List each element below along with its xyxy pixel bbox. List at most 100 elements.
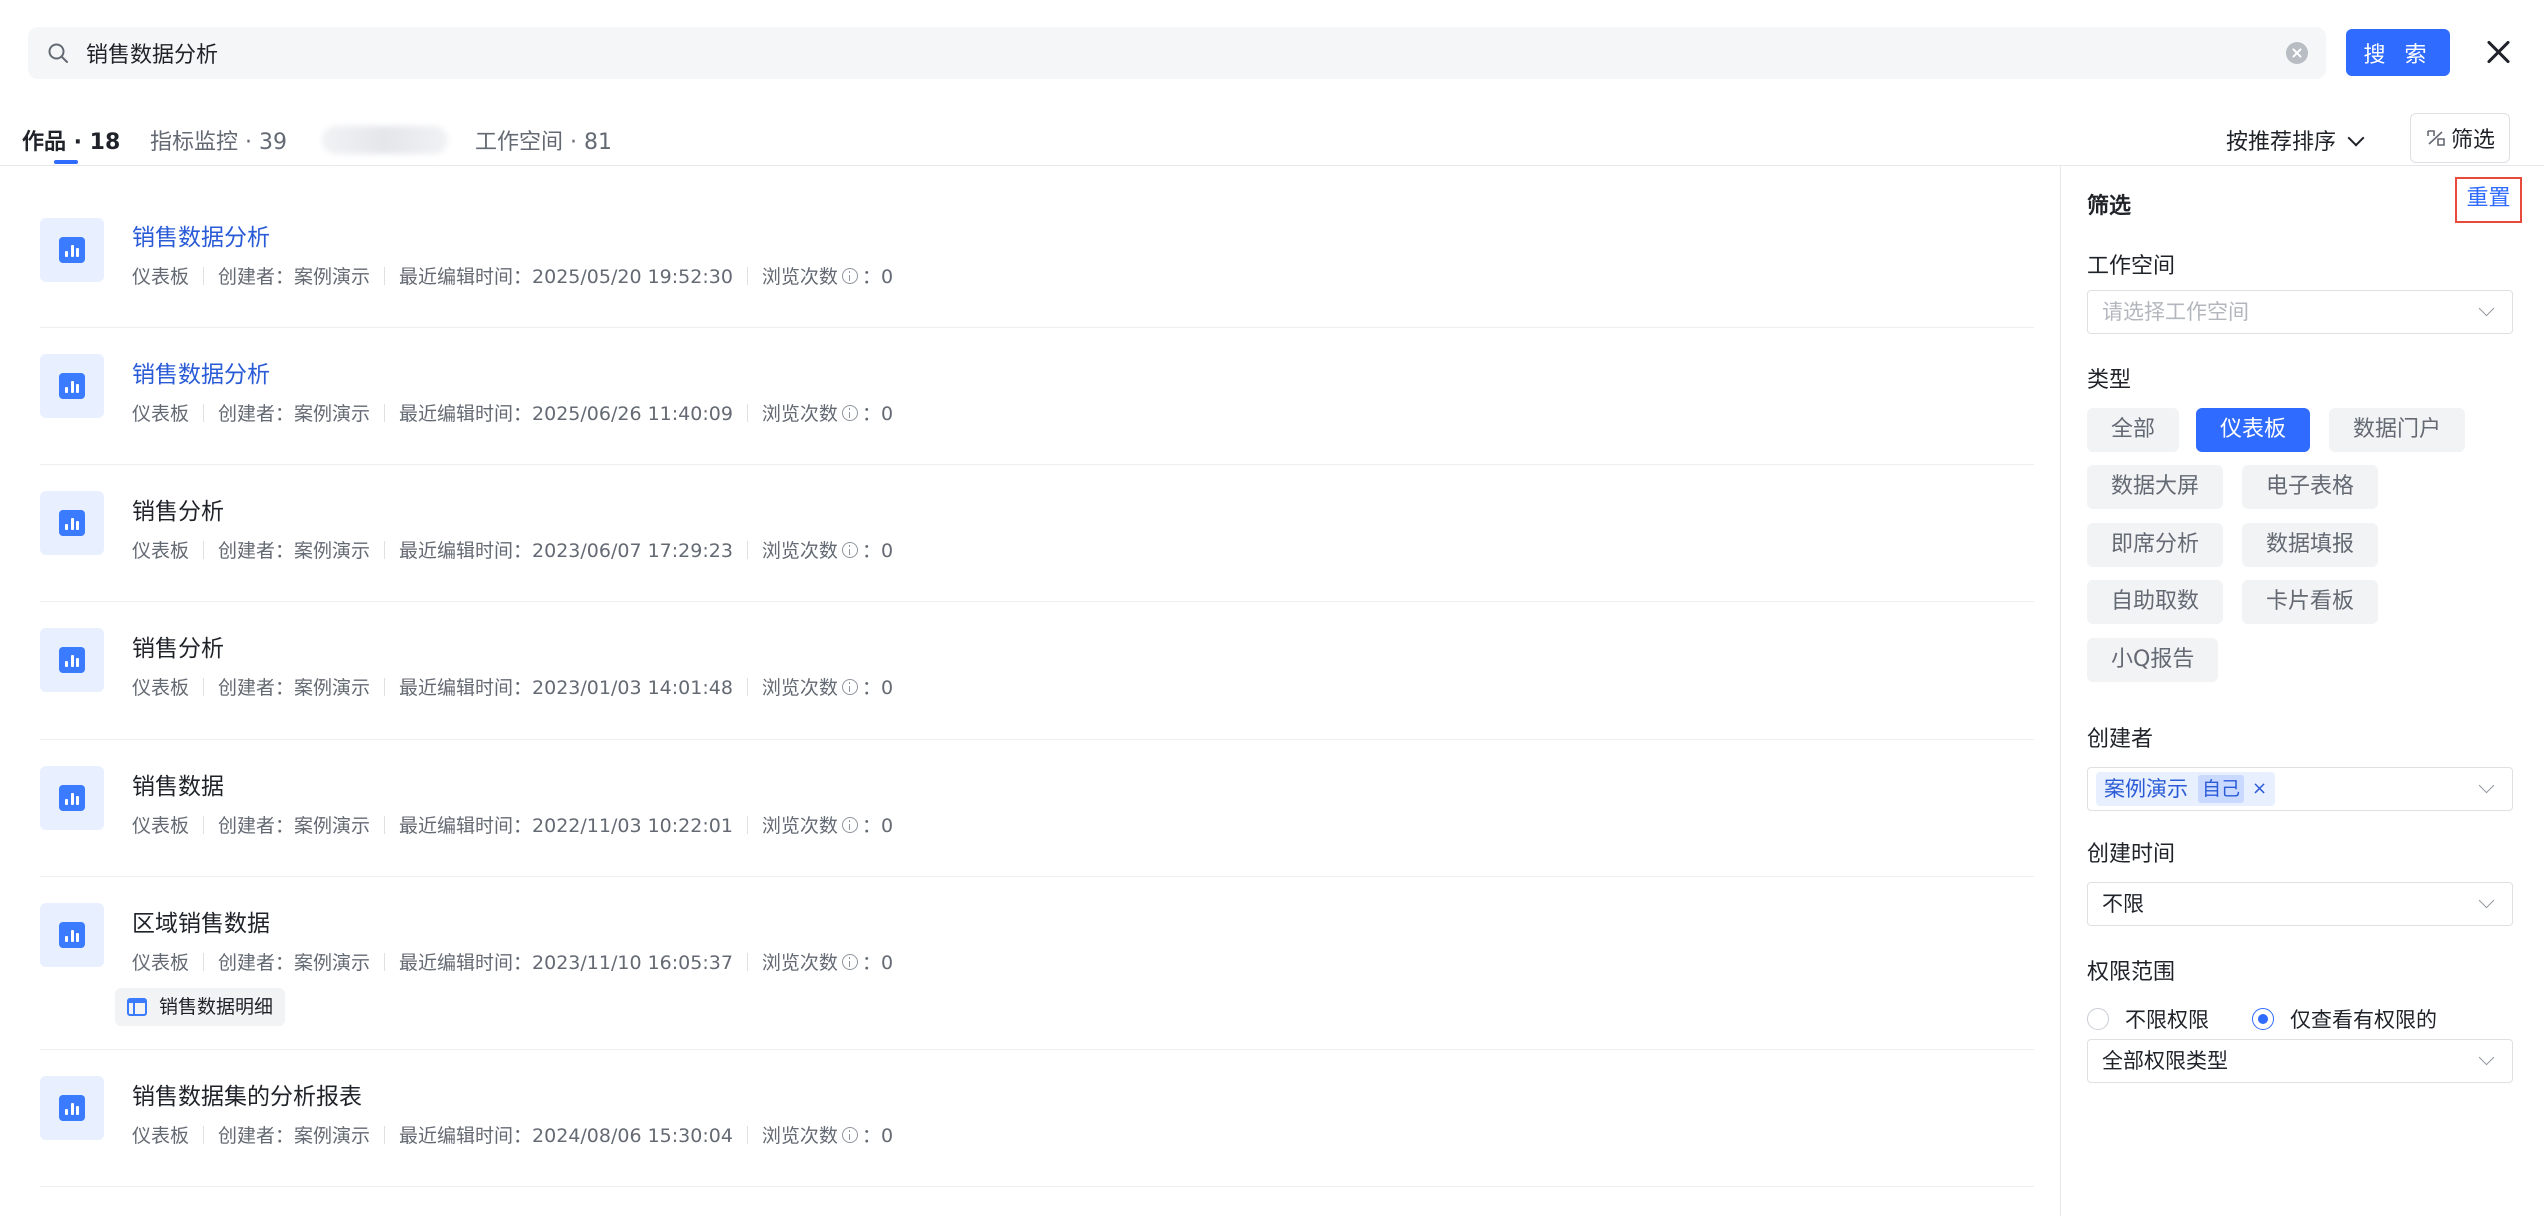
result-views: ：0	[861, 952, 894, 974]
chevron-down-icon	[2478, 777, 2495, 794]
created-time-select[interactable]: 不限	[2087, 882, 2513, 926]
related-dataset-tag[interactable]: 销售数据明细	[115, 988, 286, 1026]
dashboard-icon	[40, 628, 104, 692]
info-icon[interactable]	[841, 541, 858, 558]
workspace-label: 工作空间	[2087, 254, 2176, 279]
result-meta: 仪表板 创建者：案例演示 最近编辑时间：2022/11/03 10:22:01 …	[132, 811, 893, 838]
search-button[interactable]: 搜 索	[2346, 29, 2450, 76]
type-chip-data-entry[interactable]: 数据填报	[2242, 523, 2379, 567]
radio-label: 不限权限	[2125, 1008, 2209, 1032]
clear-input-icon[interactable]	[2286, 42, 2308, 64]
workspace-select[interactable]: 请选择工作空间	[2087, 290, 2513, 334]
result-type: 仪表板	[132, 1125, 190, 1147]
result-type: 仪表板	[132, 540, 190, 562]
close-icon[interactable]: ×	[2252, 772, 2267, 806]
type-chip-data-screen[interactable]: 数据大屏	[2087, 465, 2224, 509]
related-dataset-label: 销售数据明细	[159, 996, 274, 1018]
table-icon	[127, 998, 147, 1016]
result-creator: 创建者：案例演示	[218, 403, 371, 425]
sort-dropdown[interactable]: 按推荐排序	[2226, 124, 2365, 156]
result-views: ：0	[861, 677, 894, 699]
result-creator: 创建者：案例演示	[218, 540, 371, 562]
tab-workspace[interactable]: 工作空间 · 81	[475, 124, 612, 156]
radio-label: 仅查看有权限的	[2290, 1008, 2437, 1032]
type-chip-dashboard[interactable]: 仪表板	[2196, 408, 2311, 452]
list-item[interactable]: 销售数据分析 仪表板 创建者：案例演示 最近编辑时间：2025/06/26 11…	[40, 328, 2034, 465]
active-tab-indicator	[54, 160, 78, 164]
dashboard-icon	[40, 491, 104, 555]
result-views-label: 浏览次数	[761, 266, 838, 288]
tab-metric-monitor[interactable]: 指标监控 · 39	[150, 124, 287, 156]
workspace-placeholder: 请选择工作空间	[2102, 300, 2249, 324]
dashboard-icon	[40, 766, 104, 830]
list-item[interactable]: 销售分析 仪表板 创建者：案例演示 最近编辑时间：2023/06/07 17:2…	[40, 465, 2034, 602]
search-input[interactable]	[86, 27, 2226, 79]
result-creator: 创建者：案例演示	[218, 952, 371, 974]
dashboard-icon	[40, 218, 104, 282]
result-views-label: 浏览次数	[761, 540, 838, 562]
self-badge: 自己	[2198, 775, 2245, 803]
result-type: 仪表板	[132, 815, 190, 837]
list-item[interactable]: 销售数据分析 仪表板 创建者：案例演示 最近编辑时间：2025/05/20 19…	[40, 166, 2034, 328]
creator-tag: 案例演示 自己 ×	[2096, 772, 2276, 806]
info-icon[interactable]	[841, 267, 858, 284]
created-time-value: 不限	[2102, 892, 2144, 916]
result-title[interactable]: 销售数据集的分析报表	[132, 1077, 362, 1111]
result-meta: 仪表板 创建者：案例演示 最近编辑时间：2025/06/26 11:40:09 …	[132, 399, 893, 426]
result-creator: 创建者：案例演示	[218, 266, 371, 288]
chevron-down-icon	[2478, 892, 2495, 909]
result-views: ：0	[861, 540, 894, 562]
radio-button-checked	[2252, 1008, 2274, 1030]
dashboard-icon	[40, 354, 104, 418]
result-edited-time: 最近编辑时间：2023/06/07 17:29:23	[399, 540, 733, 562]
filter-toggle-button[interactable]: 筛选	[2410, 113, 2510, 163]
radio-own-permission[interactable]: 仅查看有权限的	[2252, 1004, 2437, 1034]
search-icon	[48, 43, 68, 63]
result-views: ：0	[861, 266, 894, 288]
type-chip-self-service[interactable]: 自助取数	[2087, 580, 2224, 624]
tab-works[interactable]: 作品 · 18	[22, 124, 120, 156]
list-item[interactable]: 销售数据 仪表板 创建者：案例演示 最近编辑时间：2022/11/03 10:2…	[40, 740, 2034, 877]
result-views: ：0	[861, 1125, 894, 1147]
result-creator: 创建者：案例演示	[218, 677, 371, 699]
result-edited-time: 最近编辑时间：2024/08/06 15:30:04	[399, 1125, 733, 1147]
result-edited-time: 最近编辑时间：2025/05/20 19:52:30	[399, 266, 733, 288]
list-item[interactable]: 销售分析 仪表板 创建者：案例演示 最近编辑时间：2023/01/03 14:0…	[40, 602, 2034, 740]
result-edited-time: 最近编辑时间：2022/11/03 10:22:01	[399, 815, 733, 837]
result-views: ：0	[861, 815, 894, 837]
close-icon[interactable]	[2482, 36, 2514, 68]
list-item[interactable]: 销售数据集的分析报表 仪表板 创建者：案例演示 最近编辑时间：2024/08/0…	[40, 1050, 2034, 1187]
info-icon[interactable]	[841, 953, 858, 970]
filter-button-label: 筛选	[2450, 128, 2495, 153]
result-meta: 仪表板 创建者：案例演示 最近编辑时间：2023/11/10 16:05:37 …	[132, 948, 893, 975]
reset-button[interactable]: 重置	[2455, 177, 2522, 223]
blurred-tab	[322, 126, 448, 154]
result-views-label: 浏览次数	[761, 952, 838, 974]
type-chip-card-board[interactable]: 卡片看板	[2242, 580, 2379, 624]
filter-panel: 筛选 工作空间 请选择工作空间 类型 全部 仪表板 数据门户 数据大屏 电子表格…	[2060, 166, 2544, 1216]
info-icon[interactable]	[841, 1126, 858, 1143]
chevron-down-icon	[2478, 1049, 2495, 1066]
result-title[interactable]: 销售数据分析	[132, 218, 270, 252]
result-title[interactable]: 销售分析	[132, 492, 224, 526]
type-chip-spreadsheet[interactable]: 电子表格	[2242, 465, 2379, 509]
permission-type-select[interactable]: 全部权限类型	[2087, 1039, 2513, 1083]
creator-select[interactable]: 案例演示 自己 ×	[2087, 767, 2513, 811]
result-title[interactable]: 销售数据分析	[132, 355, 270, 389]
result-title[interactable]: 销售数据	[132, 767, 224, 801]
permission-label: 权限范围	[2087, 960, 2176, 985]
radio-unlimited-permission[interactable]: 不限权限	[2087, 1004, 2209, 1034]
type-chip-adhoc-analysis[interactable]: 即席分析	[2087, 523, 2224, 567]
info-icon[interactable]	[841, 678, 858, 695]
info-icon[interactable]	[841, 404, 858, 421]
result-title[interactable]: 销售分析	[132, 629, 224, 663]
type-chip-all[interactable]: 全部	[2087, 408, 2180, 452]
type-chip-data-portal[interactable]: 数据门户	[2329, 408, 2466, 452]
type-chip-xiaoq-report[interactable]: 小Q报告	[2087, 638, 2219, 682]
result-title[interactable]: 区域销售数据	[132, 904, 270, 938]
search-bar	[28, 27, 2326, 79]
info-icon[interactable]	[841, 816, 858, 833]
result-creator: 创建者：案例演示	[218, 815, 371, 837]
list-item[interactable]: 区域销售数据 仪表板 创建者：案例演示 最近编辑时间：2023/11/10 16…	[40, 877, 2034, 1050]
type-label: 类型	[2087, 368, 2132, 393]
